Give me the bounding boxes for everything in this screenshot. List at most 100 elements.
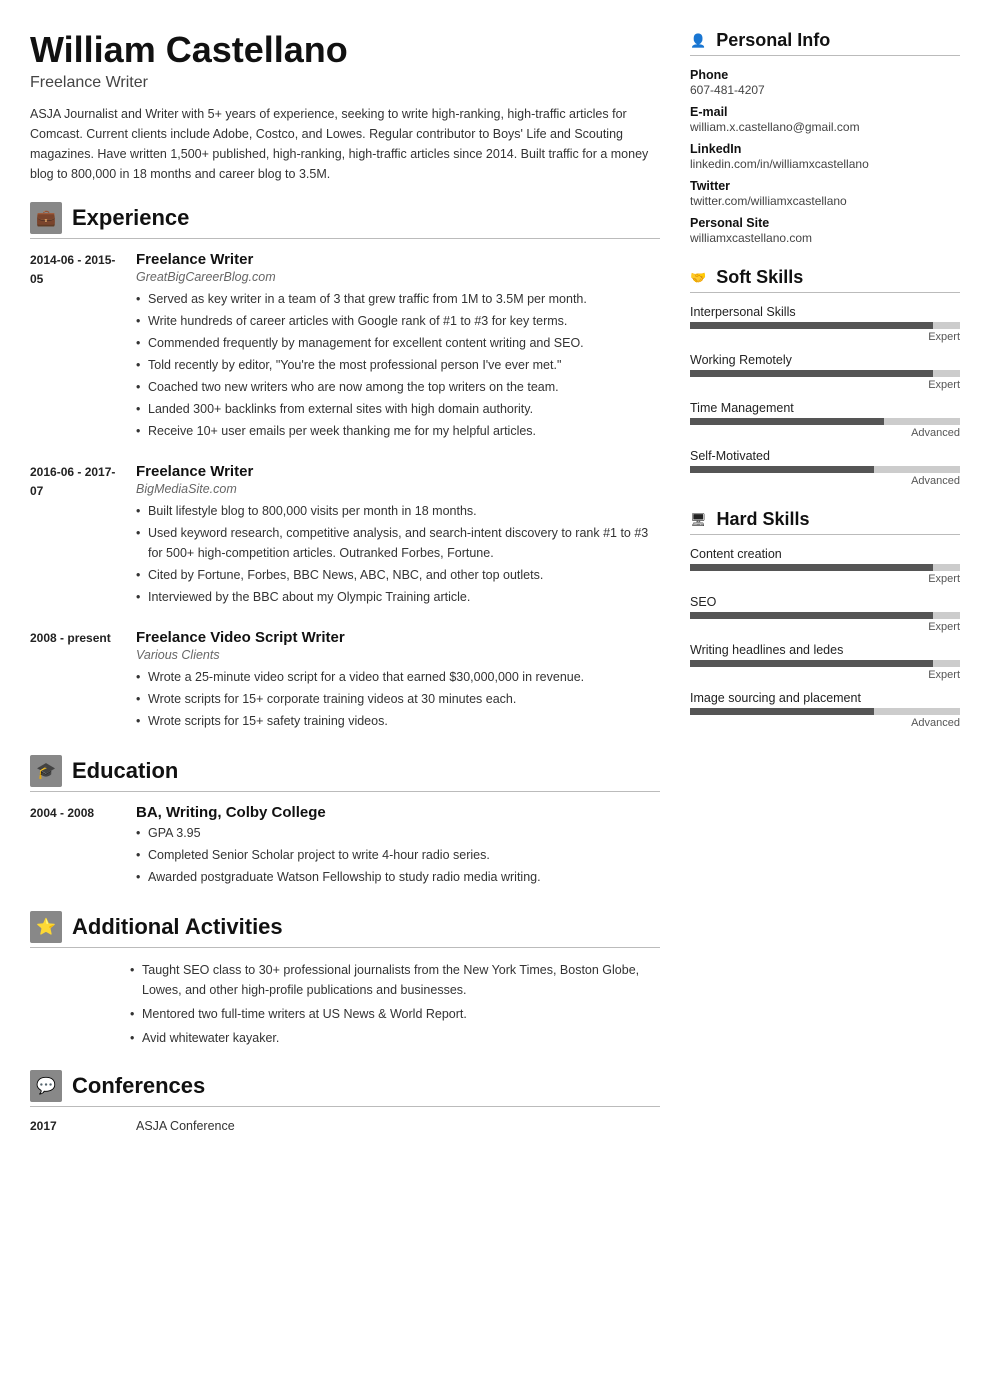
candidate-title: Freelance Writer — [30, 74, 660, 92]
info-label: E-mail — [690, 105, 960, 119]
info-label: Personal Site — [690, 216, 960, 230]
skill-level: Expert — [690, 331, 960, 343]
list-item: Mentored two full-time writers at US New… — [130, 1004, 660, 1024]
candidate-summary: ASJA Journalist and Writer with 5+ years… — [30, 104, 660, 184]
skill-bar-background — [690, 564, 960, 571]
skill-bar-background — [690, 466, 960, 473]
conferences-entries: 2017 ASJA Conference — [30, 1119, 660, 1133]
education-header: 🎓 Education — [30, 755, 660, 792]
skill-name: Time Management — [690, 401, 960, 415]
education-icon: 🎓 — [30, 755, 62, 787]
list-item: Taught SEO class to 30+ professional jou… — [130, 960, 660, 1000]
info-value: william.x.castellano@gmail.com — [690, 120, 960, 134]
education-entry: 2004 - 2008 BA, Writing, Colby College G… — [30, 804, 660, 889]
entry-title: Freelance Writer — [136, 463, 660, 480]
skill-bar-fill — [690, 660, 933, 667]
skill-bar-fill — [690, 708, 874, 715]
entry-date: 2008 - present — [30, 629, 120, 733]
entry-title: BA, Writing, Colby College — [136, 804, 660, 821]
list-item: Interviewed by the BBC about my Olympic … — [136, 587, 660, 607]
skill-level: Advanced — [690, 717, 960, 729]
entry-bullets: Wrote a 25-minute video script for a vid… — [136, 667, 660, 731]
soft-skills-header: 🤝 Soft Skills — [690, 267, 960, 293]
soft-skills-title: Soft Skills — [716, 267, 803, 288]
skill-entry: Image sourcing and placement Advanced — [690, 691, 960, 729]
right-column: 👤 Personal Info Phone 607-481-4207 E-mai… — [690, 30, 960, 1370]
entry-bullets: Served as key writer in a team of 3 that… — [136, 289, 660, 441]
personal-info-field: E-mail william.x.castellano@gmail.com — [690, 105, 960, 134]
skill-bar-background — [690, 660, 960, 667]
skill-name: Interpersonal Skills — [690, 305, 960, 319]
list-item: Told recently by editor, "You're the mos… — [136, 355, 660, 375]
entry-bullets: GPA 3.95Completed Senior Scholar project… — [136, 823, 660, 887]
skill-name: Self-Motivated — [690, 449, 960, 463]
skill-bar-fill — [690, 418, 884, 425]
personal-icon: 👤 — [690, 33, 706, 49]
activities-section: ⭐ Additional Activities Taught SEO class… — [30, 911, 660, 1048]
info-label: Phone — [690, 68, 960, 82]
info-label: LinkedIn — [690, 142, 960, 156]
education-entries: 2004 - 2008 BA, Writing, Colby College G… — [30, 804, 660, 889]
skill-name: Writing headlines and ledes — [690, 643, 960, 657]
list-item: Built lifestyle blog to 800,000 visits p… — [136, 501, 660, 521]
left-column: William Castellano Freelance Writer ASJA… — [30, 30, 660, 1370]
entry-company: GreatBigCareerBlog.com — [136, 270, 660, 284]
hard-skills-header: 🖥 Hard Skills — [690, 509, 960, 535]
conferences-title: Conferences — [72, 1073, 205, 1099]
skill-bar-fill — [690, 564, 933, 571]
conference-entry: 2017 ASJA Conference — [30, 1119, 660, 1133]
conferences-header: 💬 Conferences — [30, 1070, 660, 1107]
entry-company: Various Clients — [136, 648, 660, 662]
list-item: Avid whitewater kayaker. — [130, 1028, 660, 1048]
entry-content: BA, Writing, Colby College GPA 3.95Compl… — [136, 804, 660, 889]
info-value: linkedin.com/in/williamxcastellano — [690, 157, 960, 171]
skill-level: Advanced — [690, 427, 960, 439]
skill-level: Expert — [690, 379, 960, 391]
personal-info-section: 👤 Personal Info Phone 607-481-4207 E-mai… — [690, 30, 960, 245]
list-item: Wrote scripts for 15+ corporate training… — [136, 689, 660, 709]
entry-title: Freelance Writer — [136, 251, 660, 268]
list-item: Awarded postgraduate Watson Fellowship t… — [136, 867, 660, 887]
skill-entry: Working Remotely Expert — [690, 353, 960, 391]
skill-bar-background — [690, 370, 960, 377]
list-item: Receive 10+ user emails per week thankin… — [136, 421, 660, 441]
skill-bar-background — [690, 708, 960, 715]
hard-skills-list: Content creation Expert SEO Expert Writi… — [690, 547, 960, 729]
skill-name: SEO — [690, 595, 960, 609]
entry-date: 2016-06 - 2017-07 — [30, 463, 120, 609]
skill-entry: Self-Motivated Advanced — [690, 449, 960, 487]
conference-name: ASJA Conference — [136, 1119, 235, 1133]
candidate-name: William Castellano — [30, 30, 660, 70]
entry-bullets: Built lifestyle blog to 800,000 visits p… — [136, 501, 660, 607]
list-item: Commended frequently by management for e… — [136, 333, 660, 353]
hard-skills-icon: 🖥 — [690, 512, 707, 528]
skill-bar-fill — [690, 322, 933, 329]
skill-entry: Content creation Expert — [690, 547, 960, 585]
activities-header: ⭐ Additional Activities — [30, 911, 660, 948]
experience-entry: 2016-06 - 2017-07 Freelance Writer BigMe… — [30, 463, 660, 609]
list-item: GPA 3.95 — [136, 823, 660, 843]
skill-entry: Time Management Advanced — [690, 401, 960, 439]
personal-info-header: 👤 Personal Info — [690, 30, 960, 56]
skill-level: Expert — [690, 573, 960, 585]
entry-content: Freelance Writer GreatBigCareerBlog.com … — [136, 251, 660, 443]
entry-date: 2014-06 - 2015-05 — [30, 251, 120, 443]
info-label: Twitter — [690, 179, 960, 193]
hard-skills-section: 🖥 Hard Skills Content creation Expert SE… — [690, 509, 960, 729]
skill-bar-background — [690, 418, 960, 425]
list-item: Completed Senior Scholar project to writ… — [136, 845, 660, 865]
experience-title: Experience — [72, 205, 189, 231]
info-value: twitter.com/williamxcastellano — [690, 194, 960, 208]
experience-header: 💼 Experience — [30, 202, 660, 239]
skill-name: Image sourcing and placement — [690, 691, 960, 705]
list-item: Coached two new writers who are now amon… — [136, 377, 660, 397]
entry-content: Freelance Writer BigMediaSite.com Built … — [136, 463, 660, 609]
skill-level: Expert — [690, 621, 960, 633]
list-item: Wrote scripts for 15+ safety training vi… — [136, 711, 660, 731]
education-title: Education — [72, 758, 178, 784]
conferences-icon: 💬 — [30, 1070, 62, 1102]
skill-name: Content creation — [690, 547, 960, 561]
experience-entries: 2014-06 - 2015-05 Freelance Writer Great… — [30, 251, 660, 733]
list-item: Landed 300+ backlinks from external site… — [136, 399, 660, 419]
resume-header: William Castellano Freelance Writer ASJA… — [30, 30, 660, 184]
